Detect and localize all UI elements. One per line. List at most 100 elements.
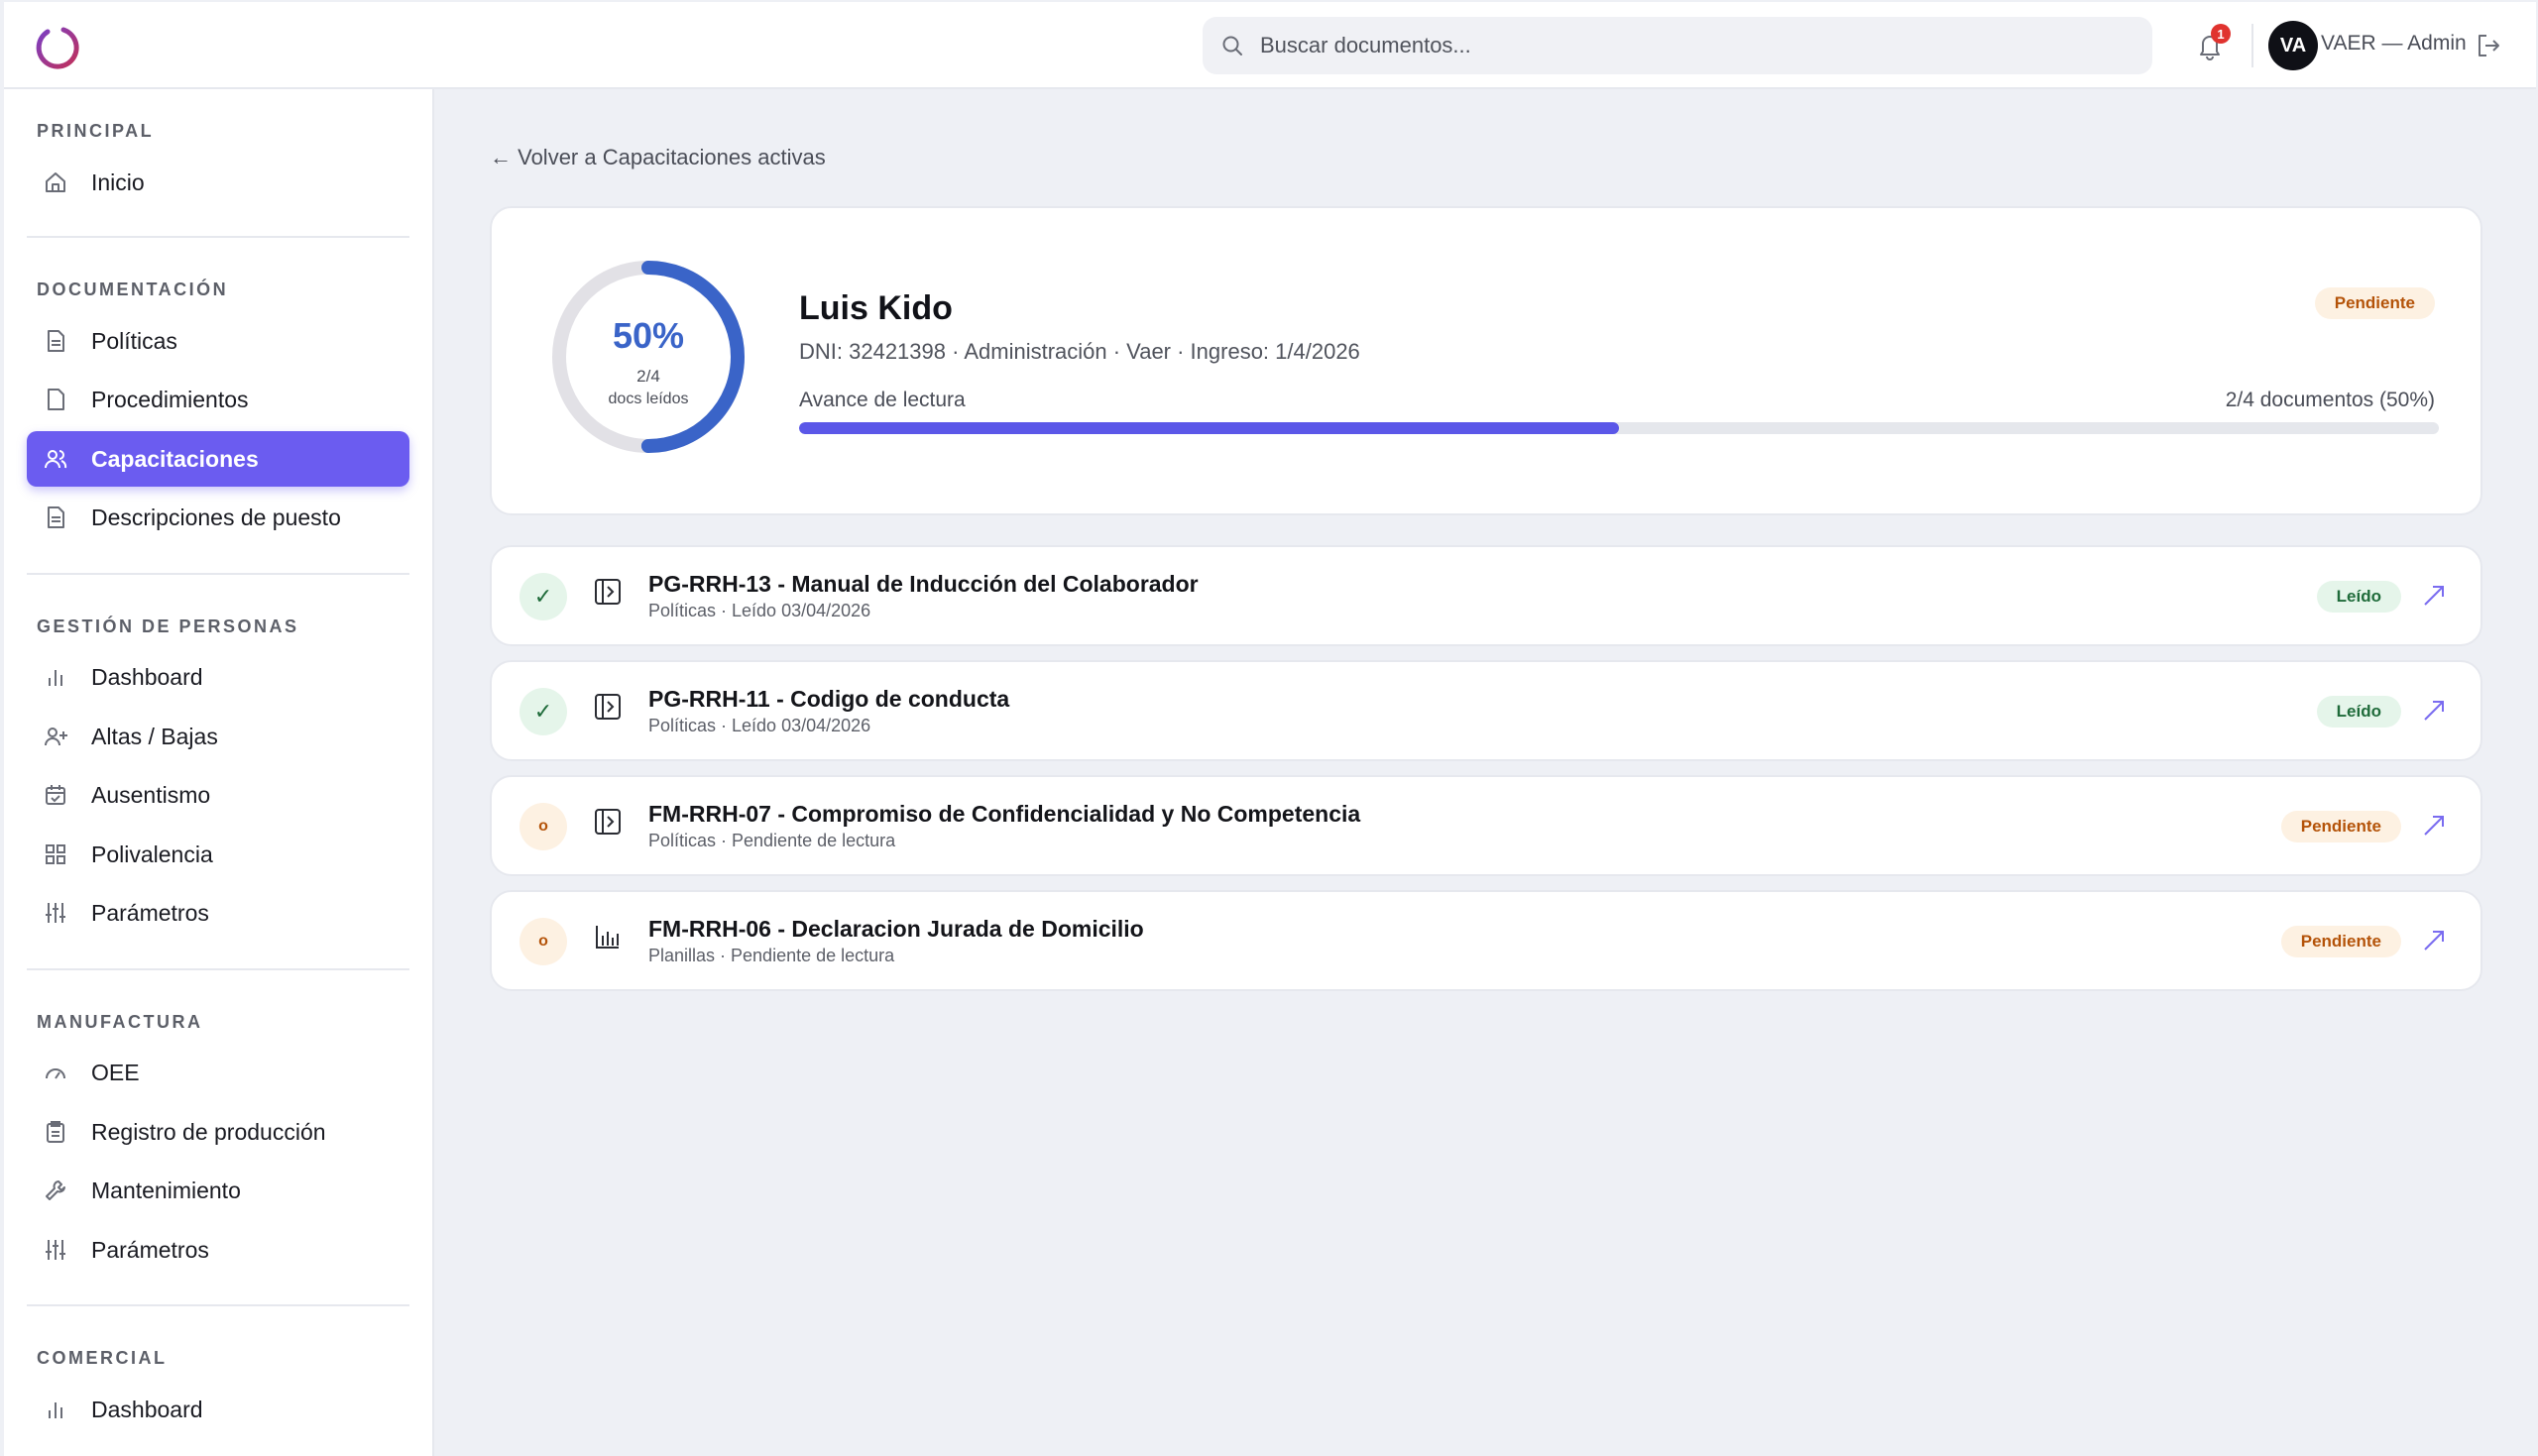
document-subtitle: Planillas · Pendiente de lectura [648,946,895,965]
pending-circle-icon: o [519,803,567,850]
sidebar-item-label: Parámetros [91,899,209,926]
back-link[interactable]: ← Volver a Capacitaciones activas [490,145,826,170]
sidebar-item-label: Dashboard [91,663,203,690]
sidebar-item-parametros[interactable]: Parámetros [27,885,409,941]
sidebar-item-politicas[interactable]: Políticas [27,313,409,369]
sidebar-divider [27,236,409,238]
sliders-icon [46,1240,65,1260]
sidebar-item-label: Polivalencia [91,840,213,867]
sidebar-item-descripciones-de-puesto[interactable]: Descripciones de puesto [27,490,409,545]
bar-chart-icon [49,670,62,686]
employee-name: Luis Kido [799,289,953,327]
app-frame: 1 VA VAER — Admin PRINCIPAL Inicio DOCUM… [4,2,2536,1456]
document-subtitle: Políticas · Leído 03/04/2026 [648,601,871,620]
progress-bar-fill [799,422,1619,434]
document-title[interactable]: FM-RRH-07 - Compromiso de Confidencialid… [648,801,1360,828]
progress-ring [552,261,745,453]
chart-icon [596,926,619,949]
sidebar-item-label: Dashboard [91,1396,203,1422]
sidebar-divider [27,968,409,970]
gauge-icon [46,1068,65,1079]
employee-meta: DNI: 32421398 · Administración · Vaer · … [799,339,1360,364]
section-title-principal: PRINCIPAL [37,121,155,141]
sidebar-item-label: Políticas [91,327,177,354]
sidebar-item-label: Descripciones de puesto [91,504,341,530]
document-subtitle: Políticas · Pendiente de lectura [648,831,896,850]
document-row[interactable]: o FM-RRH-07 - Compromiso de Confidencial… [490,775,2482,876]
status-badge: Leído [2316,696,2401,728]
sidebar-item-capacitaciones[interactable]: Capacitaciones [27,431,409,487]
document-row[interactable]: ✓ PG-RRH-13 - Manual de Inducción del Co… [490,545,2482,646]
status-badge: Pendiente [2314,287,2435,319]
docs-read-caption: docs leídos [608,391,689,407]
user-plus-icon [45,728,67,746]
users-icon [45,450,67,469]
read-check-icon: ✓ [519,573,567,620]
progress-percent: 50% [612,315,685,356]
open-external-icon[interactable] [2421,928,2447,953]
document-subtitle: Políticas · Leído 03/04/2026 [648,716,871,735]
sidebar-item-dashboard-comercial[interactable]: Dashboard [27,1382,409,1437]
pending-circle-icon: o [519,918,567,965]
sidebar-item-procedimientos[interactable]: Procedimientos [27,372,409,427]
document-title[interactable]: PG-RRH-11 - Codigo de conducta [648,686,1009,713]
logo-icon[interactable] [34,24,81,71]
clipboard-icon [47,1121,64,1143]
document-title[interactable]: FM-RRH-06 - Declaracion Jurada de Domici… [648,916,1144,943]
status-badge: Leído [2316,581,2401,613]
user-label[interactable]: VAER — Admin [2321,32,2467,56]
file-icon [48,389,64,410]
read-check-icon: ✓ [519,688,567,735]
sliders-icon [46,903,65,923]
sidebar-item-label: Capacitaciones [91,445,259,472]
sidebar-item-label: Procedimientos [91,386,249,412]
sidebar-item-ausentismo[interactable]: Ausentismo [27,767,409,823]
employee-summary-card: 50% 2/4 docs leídos Luis Kido DNI: 32421… [490,206,2482,515]
bar-chart-icon [49,1402,62,1418]
topbar-divider [2251,24,2253,67]
sidebar-divider [27,573,409,575]
progress-bar [799,422,2439,434]
open-external-icon[interactable] [2421,813,2447,839]
sidebar-item-mantenimiento[interactable]: Mantenimiento [27,1163,409,1218]
docs-read-count: 2/4 [636,367,660,386]
open-external-icon[interactable] [2421,698,2447,724]
avatar[interactable]: VA [2268,21,2318,70]
document-icon [595,809,621,835]
calendar-check-icon [46,785,65,805]
search-input[interactable] [1260,33,2113,58]
document-row[interactable]: ✓ PG-RRH-11 - Codigo de conducta Polític… [490,660,2482,761]
document-icon [48,330,64,352]
sidebar-item-parametros-manufactura[interactable]: Parámetros [27,1222,409,1278]
wrench-icon [46,1180,65,1200]
section-title-comercial: COMERCIAL [37,1348,168,1368]
sidebar-item-label: Ausentismo [91,781,211,808]
sidebar-item-label: Parámetros [91,1236,209,1263]
document-title[interactable]: PG-RRH-13 - Manual de Inducción del Cola… [648,571,1199,598]
sidebar-item-label: Mantenimiento [91,1176,241,1203]
sidebar-item-label: OEE [91,1059,140,1085]
sidebar-item-label: Inicio [91,168,145,195]
document-row[interactable]: o FM-RRH-06 - Declaracion Jurada de Domi… [490,890,2482,991]
sidebar-item-oee[interactable]: OEE [27,1045,409,1100]
sidebar: PRINCIPAL Inicio DOCUMENTACIÓN Políticas… [4,89,434,1456]
section-title-gestion-de-personas: GESTIÓN DE PERSONAS [37,616,299,636]
sidebar-item-dashboard[interactable]: Dashboard [27,649,409,705]
open-external-icon[interactable] [2421,583,2447,609]
home-icon [46,172,65,192]
status-badge: Pendiente [2280,926,2401,957]
search-bar[interactable] [1203,17,2152,74]
sidebar-item-altas-bajas[interactable]: Altas / Bajas [27,709,409,764]
status-badge: Pendiente [2280,811,2401,842]
document-icon [595,579,621,605]
sidebar-item-label: Registro de producción [91,1118,326,1145]
sidebar-item-label: Altas / Bajas [91,723,218,749]
sidebar-divider [27,1304,409,1306]
document-icon [595,694,621,720]
sidebar-item-polivalencia[interactable]: Polivalencia [27,827,409,882]
sidebar-item-registro-de-produccion[interactable]: Registro de producción [27,1104,409,1160]
section-title-documentacion: DOCUMENTACIÓN [37,280,229,299]
logout-icon[interactable] [2475,32,2502,59]
sidebar-item-inicio[interactable]: Inicio [27,155,409,210]
search-icon [1222,36,1242,56]
